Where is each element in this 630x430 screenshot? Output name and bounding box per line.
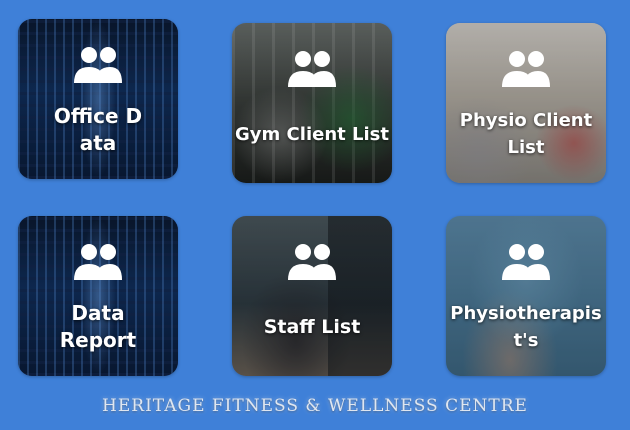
- tile-physiotherapists[interactable]: Physiotherapist's: [446, 216, 606, 376]
- tile-staff-list[interactable]: Staff List: [232, 216, 392, 376]
- users-icon: [288, 244, 336, 280]
- tile-label: Data Report: [59, 301, 137, 352]
- tile-label: Gym Client List: [235, 124, 389, 145]
- users-icon: [288, 51, 336, 87]
- tile-label: Office Data: [53, 104, 143, 155]
- users-icon: [74, 47, 122, 83]
- tile-label: Staff List: [263, 316, 361, 338]
- tile-office-data[interactable]: Office Data: [18, 19, 178, 179]
- tile-gym-client-list[interactable]: Gym Client List: [232, 23, 392, 183]
- users-icon: [502, 51, 550, 87]
- tile-data-report[interactable]: Data Report: [18, 216, 178, 376]
- footer-title: HERITAGE FITNESS & WELLNESS CENTRE: [102, 396, 528, 416]
- users-icon: [74, 244, 122, 280]
- users-icon: [502, 244, 550, 280]
- tile-label: Physio Client List: [459, 110, 593, 158]
- tile-physio-client-list[interactable]: Physio Client List: [446, 23, 606, 183]
- tile-label: Physiotherapist's: [450, 303, 602, 351]
